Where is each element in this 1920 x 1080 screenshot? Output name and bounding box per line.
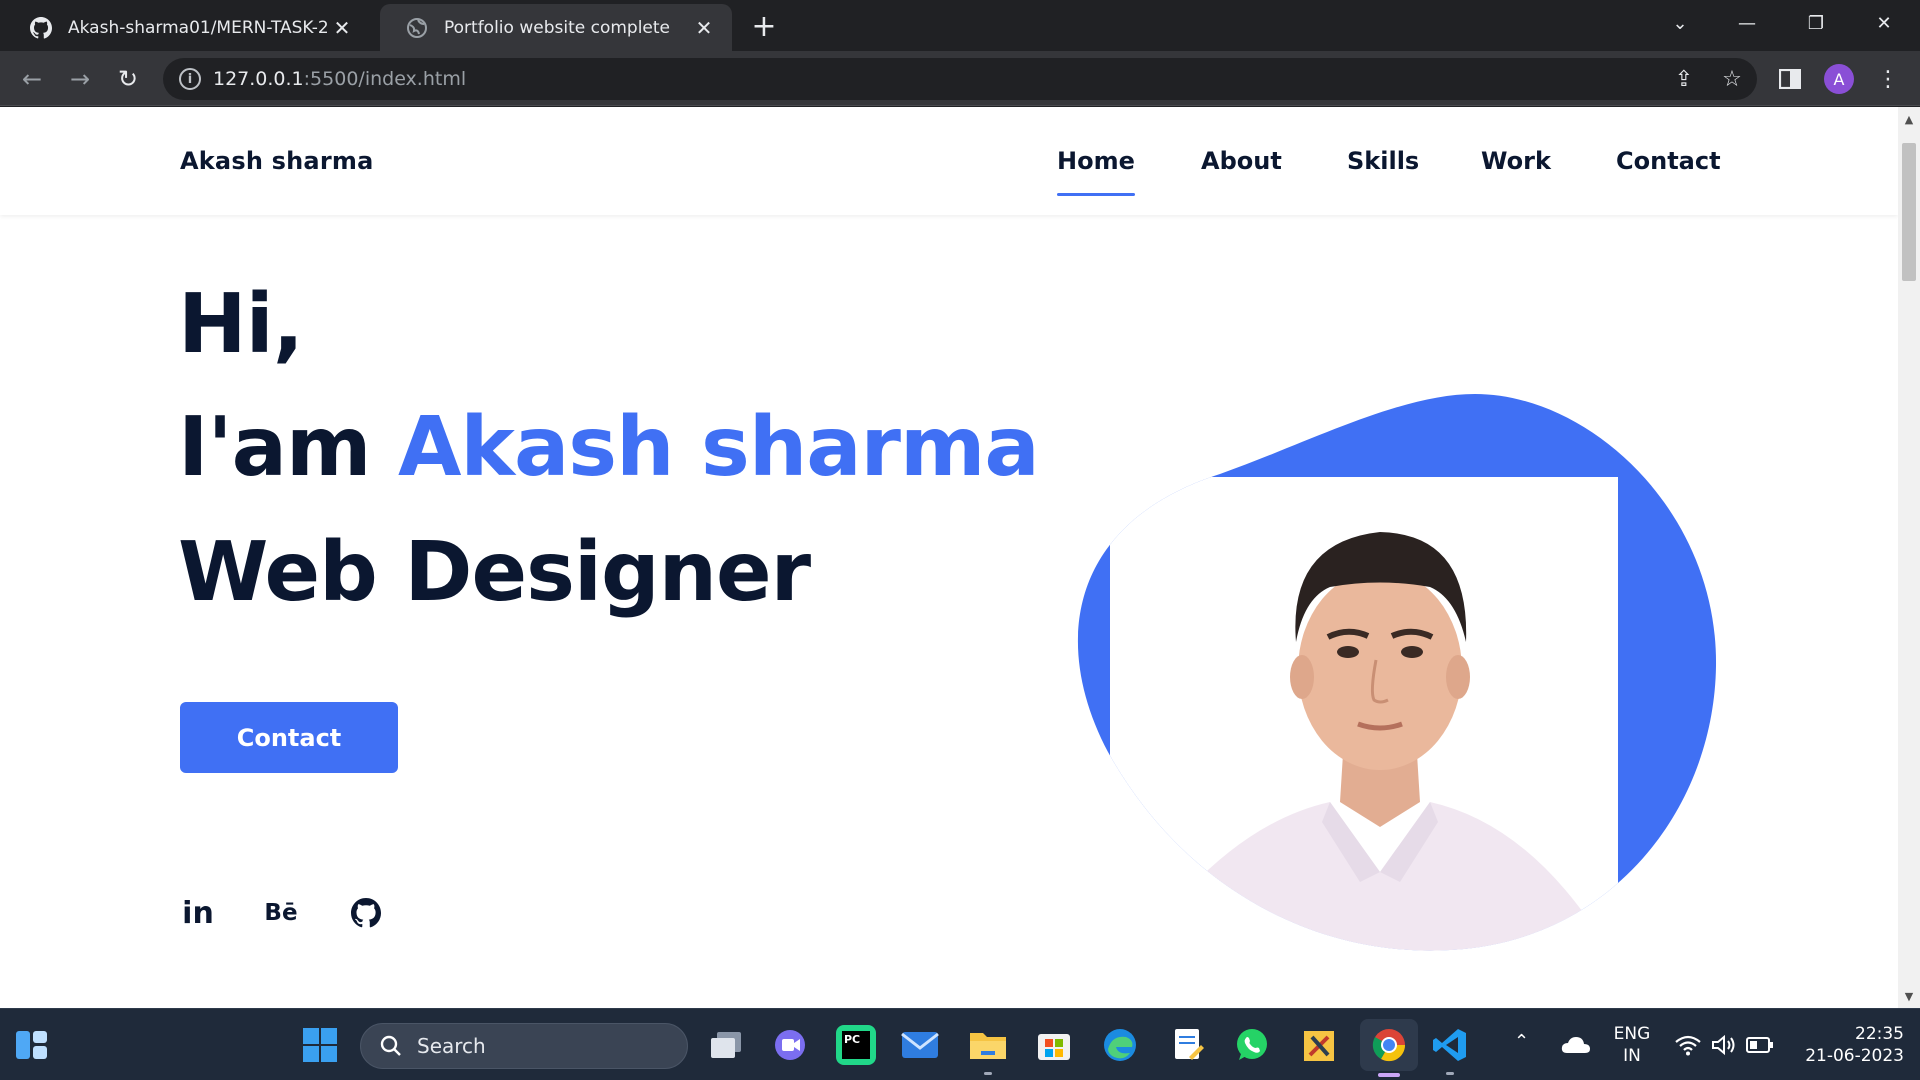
running-indicator bbox=[984, 1072, 992, 1075]
whatsapp-icon[interactable] bbox=[1232, 1025, 1272, 1065]
close-tab-icon[interactable]: ✕ bbox=[328, 14, 356, 42]
onedrive-cloud-icon[interactable] bbox=[1556, 1025, 1596, 1065]
nav-about[interactable]: About bbox=[1201, 147, 1282, 175]
page-scrollbar[interactable]: ▲ ▼ bbox=[1898, 107, 1920, 1008]
wifi-icon[interactable] bbox=[1668, 1025, 1708, 1065]
nav-contact[interactable]: Contact bbox=[1616, 147, 1721, 175]
profile-avatar[interactable]: A bbox=[1824, 64, 1854, 94]
url-text[interactable]: 127.0.0.1:5500/index.html bbox=[213, 68, 466, 90]
site-info-icon[interactable]: i bbox=[179, 68, 201, 90]
restore-icon[interactable]: ❐ bbox=[1796, 8, 1836, 38]
profile-image-blob bbox=[1077, 394, 1717, 951]
url-host: 127.0.0.1 bbox=[213, 68, 304, 90]
site-header: Akash sharma Home About Skills Work Cont… bbox=[0, 107, 1898, 215]
tab-search-chevron-icon[interactable]: ⌄ bbox=[1660, 8, 1700, 38]
running-indicator bbox=[1446, 1072, 1454, 1075]
pycharm-icon[interactable]: PC bbox=[836, 1025, 876, 1065]
show-hidden-icons-chevron[interactable]: ⌃ bbox=[1514, 1031, 1529, 1053]
nav-work[interactable]: Work bbox=[1481, 147, 1551, 175]
scrollbar-thumb[interactable] bbox=[1902, 143, 1916, 281]
hero-role: Web Designer bbox=[178, 525, 811, 620]
windows-taskbar: Search PC ⌃ ENG IN 22:35 21-06-2023 bbox=[0, 1008, 1920, 1080]
hero-greeting: Hi, bbox=[178, 277, 304, 372]
notepad-icon[interactable] bbox=[1168, 1025, 1208, 1065]
file-explorer-icon[interactable] bbox=[968, 1025, 1008, 1075]
edge-icon[interactable] bbox=[1100, 1025, 1140, 1065]
hero-intro-prefix: I'am bbox=[178, 400, 398, 495]
volume-icon[interactable] bbox=[1704, 1025, 1744, 1065]
linkedin-icon[interactable]: in bbox=[180, 893, 216, 933]
input-language[interactable]: ENG IN bbox=[1608, 1023, 1656, 1067]
menu-kebab-icon[interactable]: ⋮ bbox=[1874, 65, 1902, 93]
search-icon bbox=[380, 1035, 401, 1056]
page-viewport: Akash sharma Home About Skills Work Cont… bbox=[0, 107, 1920, 1008]
back-icon[interactable]: ← bbox=[14, 61, 50, 97]
scroll-down-icon[interactable]: ▼ bbox=[1903, 990, 1915, 1003]
battery-icon[interactable] bbox=[1740, 1025, 1780, 1065]
nav-skills[interactable]: Skills bbox=[1347, 147, 1419, 175]
tools-icon[interactable] bbox=[1300, 1025, 1340, 1065]
mail-icon[interactable] bbox=[900, 1025, 940, 1065]
new-tab-button[interactable]: + bbox=[748, 9, 780, 44]
hero-intro: I'am Akash sharma bbox=[178, 400, 1040, 495]
github-icon[interactable] bbox=[348, 893, 384, 933]
share-icon[interactable]: ⇪ bbox=[1671, 66, 1697, 92]
reload-icon[interactable]: ↻ bbox=[110, 61, 146, 97]
microsoft-store-icon[interactable] bbox=[1034, 1025, 1074, 1065]
taskbar-search[interactable]: Search bbox=[360, 1023, 688, 1069]
vscode-icon[interactable] bbox=[1430, 1025, 1470, 1075]
task-view-icon[interactable] bbox=[706, 1025, 746, 1065]
clock-time: 22:35 bbox=[1855, 1024, 1904, 1044]
site-logo[interactable]: Akash sharma bbox=[180, 147, 373, 175]
browser-toolbar: ← → ↻ i 127.0.0.1:5500/index.html ⇪ ☆ A … bbox=[0, 51, 1920, 106]
scroll-up-icon[interactable]: ▲ bbox=[1903, 113, 1915, 126]
globe-icon bbox=[406, 17, 428, 39]
clock[interactable]: 22:35 21-06-2023 bbox=[1786, 1023, 1904, 1067]
language-code: ENG bbox=[1613, 1024, 1651, 1044]
side-panel-icon[interactable] bbox=[1776, 65, 1804, 93]
behance-icon[interactable]: Bē bbox=[263, 893, 299, 933]
minimize-icon[interactable]: — bbox=[1727, 8, 1767, 38]
url-path: :5500/index.html bbox=[303, 68, 467, 90]
forward-icon[interactable]: → bbox=[62, 61, 98, 97]
github-icon bbox=[30, 16, 52, 39]
tab-title: Akash-sharma01/MERN-TASK-2 bbox=[68, 17, 328, 38]
tab-portfolio[interactable]: Portfolio website complete ✕ bbox=[380, 4, 732, 51]
widgets-icon[interactable] bbox=[12, 1025, 52, 1065]
close-tab-icon[interactable]: ✕ bbox=[690, 14, 718, 42]
teams-chat-icon[interactable] bbox=[770, 1025, 810, 1065]
tab-strip: Akash-sharma01/MERN-TASK-2 ✕ Portfolio w… bbox=[0, 0, 1920, 51]
chrome-icon[interactable] bbox=[1360, 1019, 1418, 1077]
search-placeholder: Search bbox=[417, 1034, 486, 1058]
region-code: IN bbox=[1623, 1046, 1641, 1066]
contact-button[interactable]: Contact bbox=[180, 702, 398, 773]
tab-title: Portfolio website complete bbox=[444, 17, 671, 38]
clock-date: 21-06-2023 bbox=[1805, 1046, 1904, 1066]
hero-name: Akash sharma bbox=[397, 400, 1040, 495]
nav-home[interactable]: Home bbox=[1057, 147, 1135, 196]
active-app-indicator bbox=[1378, 1073, 1400, 1077]
close-window-icon[interactable]: ✕ bbox=[1864, 8, 1904, 38]
address-bar[interactable]: i 127.0.0.1:5500/index.html ⇪ ☆ bbox=[163, 58, 1757, 100]
bookmark-star-icon[interactable]: ☆ bbox=[1719, 66, 1745, 92]
start-windows-icon[interactable] bbox=[300, 1025, 340, 1065]
tab-github[interactable]: Akash-sharma01/MERN-TASK-2 ✕ bbox=[0, 4, 370, 51]
